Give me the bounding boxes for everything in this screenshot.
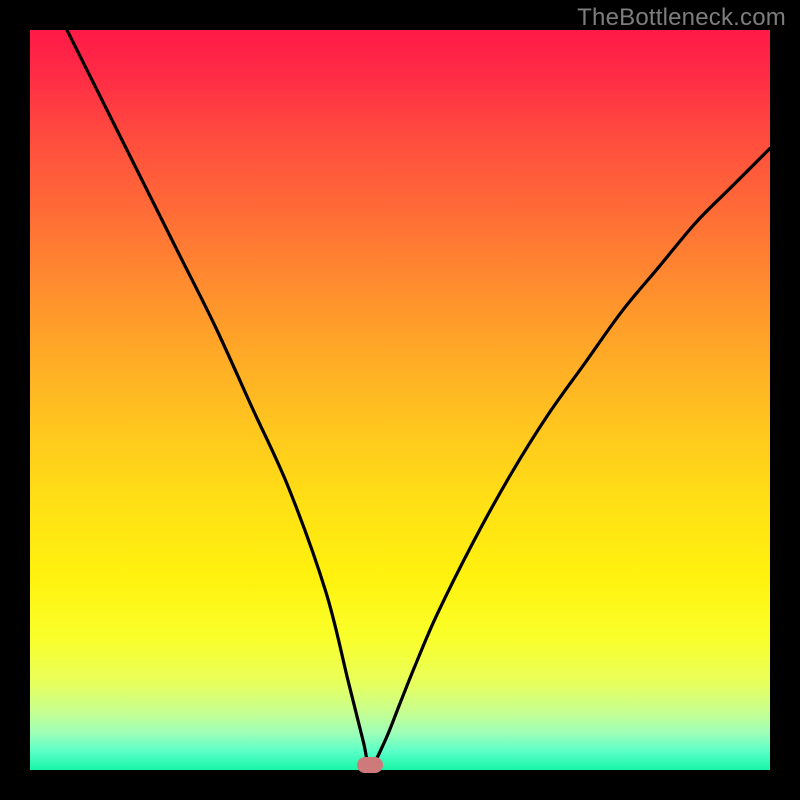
- minimum-marker: [357, 757, 383, 773]
- plot-area: [30, 30, 770, 770]
- curve-path: [67, 30, 770, 766]
- bottleneck-curve: [30, 30, 770, 770]
- chart-frame: TheBottleneck.com: [0, 0, 800, 800]
- watermark-text: TheBottleneck.com: [577, 4, 786, 32]
